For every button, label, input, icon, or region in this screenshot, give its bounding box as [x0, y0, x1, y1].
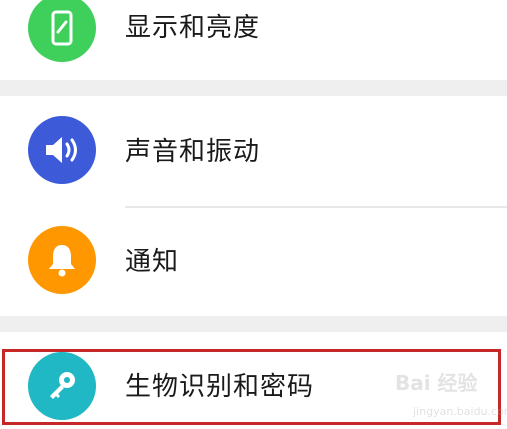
phone-brightness-icon [28, 0, 96, 62]
settings-item-label: 显示和亮度 [125, 13, 261, 43]
bell-icon [28, 226, 96, 294]
speaker-icon [28, 116, 96, 184]
settings-item-sound-vibration[interactable]: 声音和振动 [0, 96, 507, 206]
settings-group-sound-notify: 声音和振动 通知 [0, 96, 507, 316]
watermark-brand: Bai 经验 [395, 371, 478, 395]
settings-item-label: 声音和振动 [125, 137, 261, 167]
settings-group-display: 显示和亮度 [0, 0, 507, 80]
watermark-url: jingyan.baidu.com [413, 405, 507, 418]
baidu-jingyan-watermark: Bai 经验 jingyan.baidu.com [385, 367, 507, 423]
settings-item-label: 通知 [125, 247, 180, 277]
key-icon [28, 352, 96, 420]
settings-item-display-brightness[interactable]: 显示和亮度 [0, 0, 507, 80]
settings-item-label: 生物识别和密码 [125, 372, 315, 402]
settings-item-notifications[interactable]: 通知 [0, 208, 507, 316]
